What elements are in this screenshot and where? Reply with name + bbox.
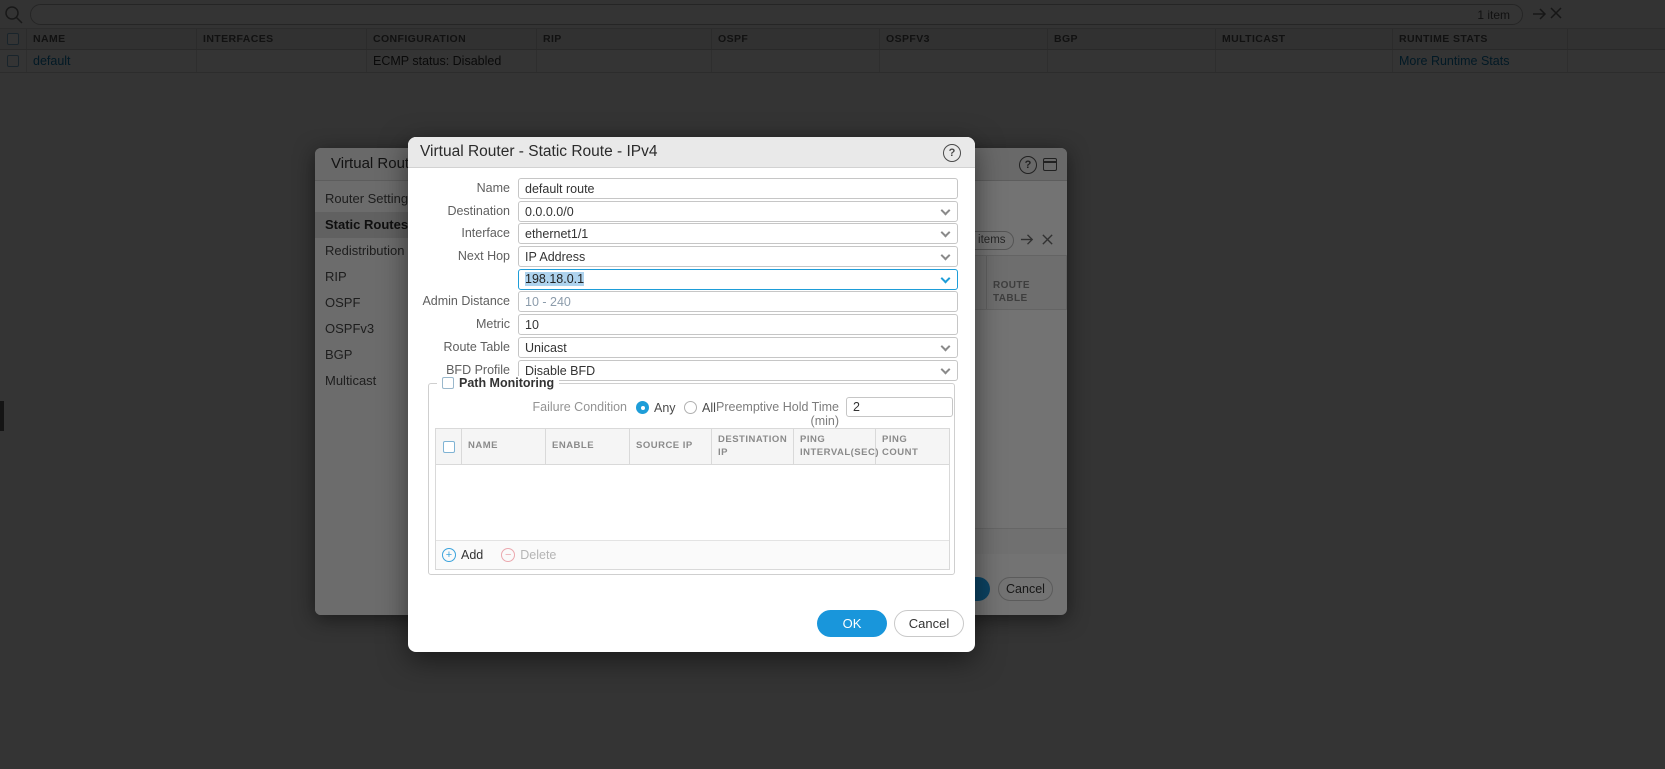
delete-button[interactable]: − Delete (501, 548, 556, 562)
interface-label: Interface (461, 226, 510, 240)
pm-select-all-checkbox[interactable] (436, 429, 462, 464)
preemptive-hold-time-label: Preemptive Hold Time (min) (716, 400, 839, 428)
failure-any-label: Any (654, 401, 676, 415)
pm-col-name[interactable]: NAME (462, 429, 546, 464)
pm-col-enable[interactable]: ENABLE (546, 429, 630, 464)
bfd-profile-select[interactable] (518, 360, 958, 381)
path-monitoring-section: Path Monitoring Failure Condition Any Al… (428, 376, 955, 575)
interface-input[interactable] (518, 223, 958, 244)
ok-button[interactable]: OK (817, 610, 887, 637)
next-hop-select[interactable] (518, 246, 958, 267)
pm-table-toolbar: + Add − Delete (436, 540, 949, 569)
route-table-select[interactable] (518, 337, 958, 358)
add-button[interactable]: + Add (442, 548, 483, 562)
left-edge-notch (0, 401, 4, 431)
next-hop-ip-input[interactable]: 198.18.0.1 (518, 269, 958, 290)
route-table-label: Route Table (443, 340, 511, 354)
failure-all-radio[interactable] (684, 401, 697, 414)
screen: 1 item NAME INTERFACES CONFIGURATION RIP… (0, 0, 1665, 769)
name-input[interactable] (518, 178, 958, 199)
pm-col-destination-ip[interactable]: DESTINATION IP (712, 429, 794, 464)
pm-col-source-ip[interactable]: SOURCE IP (630, 429, 712, 464)
path-monitoring-table: NAME ENABLE SOURCE IP DESTINATION IP PIN… (435, 428, 950, 570)
cancel-button[interactable]: Cancel (894, 610, 964, 637)
path-monitoring-checkbox[interactable] (442, 377, 454, 389)
admin-distance-input[interactable] (518, 291, 958, 312)
pm-table-body (436, 465, 949, 540)
pm-col-ping-count[interactable]: PING COUNT (876, 429, 949, 464)
failure-condition-label: Failure Condition (532, 400, 628, 414)
pm-col-ping-interval[interactable]: PING INTERVAL(SEC) (794, 429, 878, 464)
admin-distance-label: Admin Distance (422, 294, 510, 308)
static-route-modal: Virtual Router - Static Route - IPv4 ? N… (408, 137, 975, 652)
failure-any-radio[interactable] (636, 401, 649, 414)
name-label: Name (476, 181, 510, 195)
destination-input[interactable] (518, 201, 958, 222)
path-monitoring-legend: Path Monitoring (437, 376, 560, 390)
destination-label: Destination (447, 204, 510, 218)
modal-header: Virtual Router - Static Route - IPv4 ? (408, 137, 975, 168)
modal-title: Virtual Router - Static Route - IPv4 (420, 143, 658, 160)
pm-table-header: NAME ENABLE SOURCE IP DESTINATION IP PIN… (436, 429, 949, 465)
preemptive-hold-time-input[interactable] (846, 397, 953, 417)
selected-text: 198.18.0.1 (525, 272, 585, 286)
plus-icon: + (442, 548, 456, 562)
help-icon[interactable]: ? (943, 144, 961, 162)
next-hop-label: Next Hop (457, 249, 510, 263)
minus-icon: − (501, 548, 516, 562)
path-monitoring-label: Path Monitoring (459, 376, 555, 390)
metric-input[interactable] (518, 314, 958, 335)
metric-label: Metric (475, 317, 510, 331)
